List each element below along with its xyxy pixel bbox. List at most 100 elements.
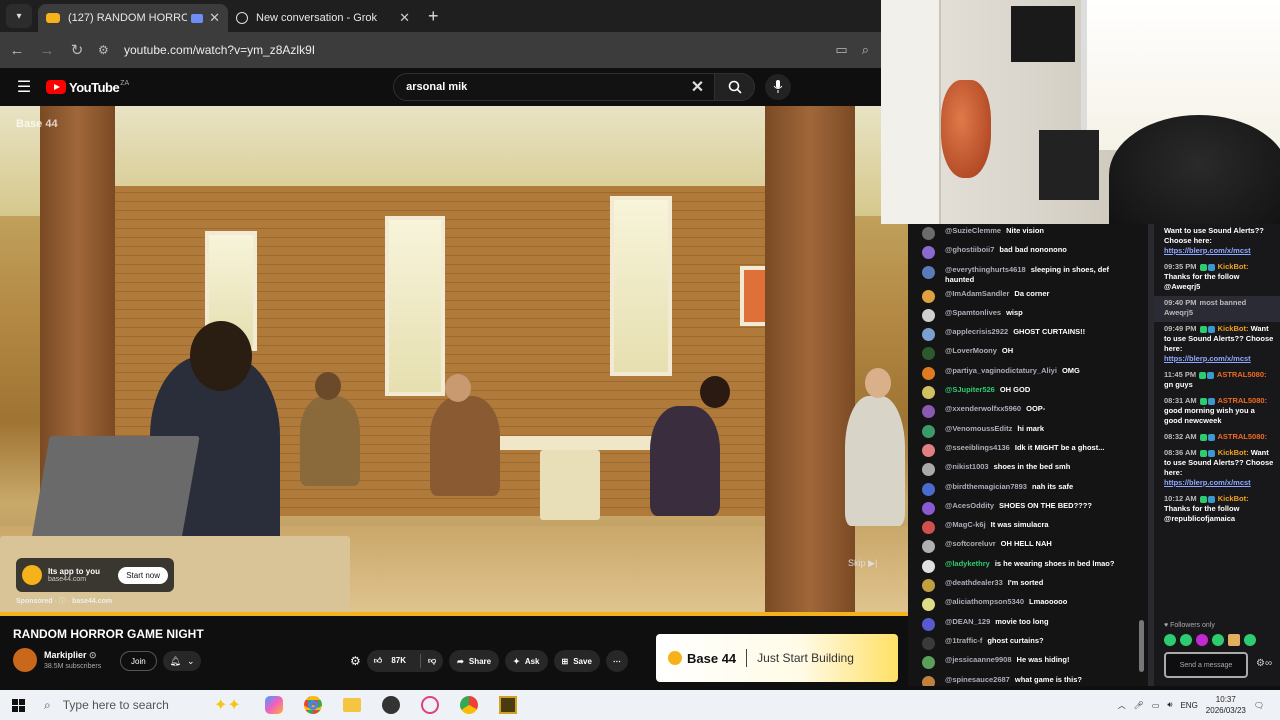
chat-username[interactable]: @SuzieClemme (945, 226, 1001, 235)
chat-username[interactable]: @AcesOddity (945, 501, 994, 510)
game-icon[interactable] (495, 694, 521, 716)
message-username[interactable]: KickBot: (1218, 324, 1249, 333)
chat-settings-icon[interactable]: ⚙∞ (1256, 658, 1272, 669)
emote-icon[interactable] (1180, 634, 1192, 646)
chat-username[interactable]: @DEAN_129 (945, 617, 990, 626)
chat-avatar[interactable] (922, 579, 935, 593)
emote-icon[interactable] (1164, 634, 1176, 646)
info-icon[interactable]: ⓘ (59, 598, 66, 605)
companion-ad-banner[interactable]: Base 44 Just Start Building (656, 634, 898, 682)
chat-username[interactable]: @LoverMoony (945, 346, 997, 355)
microphone-tray-icon[interactable]: 🎤︎ (1134, 701, 1144, 710)
chat-username[interactable]: @Spamtonlives (945, 308, 1001, 317)
emote-icon[interactable] (1244, 634, 1256, 646)
chrome-profile-icon[interactable] (456, 694, 482, 716)
chat-username[interactable]: @softcoreluvr (945, 539, 996, 548)
chat-avatar[interactable] (922, 521, 935, 535)
new-tab-icon[interactable]: + (428, 6, 439, 27)
chat-username[interactable]: @deathdealer33 (945, 578, 1003, 587)
chat-avatar[interactable] (922, 366, 935, 380)
back-arrow-icon[interactable]: ← (4, 42, 30, 59)
chat-username[interactable]: @SJupiter526 (945, 385, 995, 394)
like-button[interactable]: 👍︎ 87K (367, 656, 420, 666)
chat-avatar[interactable] (922, 424, 935, 438)
chat-avatar[interactable] (922, 328, 935, 342)
tab-youtube[interactable]: (127) RANDOM HORROR G ✕ (38, 4, 228, 32)
settings-gear-icon[interactable]: ⚙ (350, 654, 361, 668)
chat-username[interactable]: @xxenderwolfxx5960 (945, 404, 1021, 413)
message-link[interactable]: https://blerp.com/x/mcst (1164, 246, 1274, 256)
zoom-icon[interactable]: ⌕ (862, 42, 869, 58)
chat-username[interactable]: @1traffic-f (945, 636, 982, 645)
message-username[interactable]: ASTRAL5080: (1217, 432, 1267, 441)
voice-search-button[interactable] (765, 74, 792, 100)
chat-avatar[interactable] (922, 617, 935, 631)
chat-username[interactable]: @ImAdamSandler (945, 289, 1009, 298)
ad-card[interactable]: Its app to you base44.com Start now (16, 558, 174, 592)
chat-avatar[interactable] (922, 501, 935, 515)
search-input[interactable] (406, 81, 691, 93)
notification-icon[interactable]: 🗨︎ (1254, 701, 1264, 710)
emote-icon[interactable] (1212, 634, 1224, 646)
chat-username[interactable]: @VenomoussEditz (945, 424, 1012, 433)
chat-avatar[interactable] (922, 636, 935, 650)
chat-avatar[interactable] (922, 482, 935, 496)
chat-avatar[interactable] (922, 386, 935, 400)
chat-username[interactable]: @nikist1003 (945, 462, 989, 471)
taskbar-search[interactable]: ⌕ Type here to search (36, 690, 214, 720)
chat-username[interactable]: @ghostiiboii7 (945, 245, 994, 254)
emote-icon[interactable] (1196, 634, 1208, 646)
windows-start-button[interactable] (0, 698, 36, 712)
video-player[interactable]: Base 44 Its app to you base44.com Start … (0, 106, 908, 616)
chat-username[interactable]: @applecrisis2922 (945, 327, 1008, 336)
skip-ad-button[interactable]: Skip ▶| (848, 558, 877, 569)
forward-arrow-icon[interactable]: → (34, 42, 60, 59)
clear-search-icon[interactable]: ✕ (691, 77, 704, 97)
chat-avatar[interactable] (922, 443, 935, 457)
tab-search-dropdown-button[interactable]: ▾ (6, 4, 32, 28)
tab-audio-icon[interactable] (191, 13, 204, 23)
join-button[interactable]: Join (120, 651, 157, 671)
chat-avatar[interactable] (922, 463, 935, 477)
send-message-input[interactable]: Send a message (1164, 652, 1248, 678)
chat-avatar[interactable] (922, 540, 935, 554)
youtube-logo[interactable]: YouTube ZA (46, 80, 129, 95)
chat-username[interactable]: @jessicaanne9908 (945, 655, 1012, 664)
menu-icon[interactable]: ☰ (4, 77, 44, 97)
url-field[interactable]: ⚙ youtube.com/watch?v=ym_z8Azlk9I (98, 36, 836, 64)
clock[interactable]: 10:37 2026/03/23 (1206, 694, 1246, 716)
chat-scrollbar[interactable] (1139, 620, 1144, 672)
message-link[interactable]: https://blerp.com/x/mcst (1164, 478, 1274, 488)
emote-icon[interactable] (1228, 634, 1240, 646)
message-username[interactable]: KickBot: (1218, 494, 1249, 503)
message-username[interactable]: ASTRAL5080: (1217, 370, 1267, 379)
share-button[interactable]: ➦ Share (449, 650, 500, 672)
ask-button[interactable]: ✦ Ask (505, 650, 548, 672)
site-info-icon[interactable]: ⚙ (98, 43, 114, 57)
chat-username[interactable]: @ladykethry (945, 559, 990, 568)
chat-username[interactable]: @partiya_vaginodictatury_Aliyi (945, 366, 1057, 375)
chat-avatar[interactable] (922, 405, 935, 419)
message-username[interactable]: KickBot: (1218, 448, 1249, 457)
chat-avatar[interactable] (922, 598, 935, 612)
chat-avatar[interactable] (922, 289, 935, 303)
more-actions-button[interactable]: ⋯ (605, 650, 628, 672)
chat-avatar[interactable] (922, 347, 935, 361)
reload-icon[interactable]: ↻ (64, 41, 90, 59)
channel-name[interactable]: Markiplier ⊙ (44, 650, 97, 661)
file-explorer-icon[interactable] (339, 694, 365, 716)
channel-avatar[interactable] (13, 648, 37, 672)
chat-username[interactable]: @MagC-k6j (945, 520, 986, 529)
chat-username[interactable]: @aliciathompson5340 (945, 597, 1024, 606)
dislike-button[interactable]: 👎︎ (421, 656, 443, 666)
message-username[interactable]: KickBot: (1218, 262, 1249, 271)
close-tab-icon[interactable]: ✕ (399, 10, 410, 26)
cast-icon[interactable]: ▭ (835, 42, 847, 58)
app-icon[interactable] (417, 694, 443, 716)
obs-icon[interactable] (378, 694, 404, 716)
chat-avatar[interactable] (922, 227, 935, 240)
search-highlights-icon[interactable]: ✦✦ (214, 695, 254, 715)
close-tab-icon[interactable]: ✕ (209, 10, 220, 26)
chat-avatar[interactable] (922, 265, 935, 279)
chat-avatar[interactable] (922, 308, 935, 322)
